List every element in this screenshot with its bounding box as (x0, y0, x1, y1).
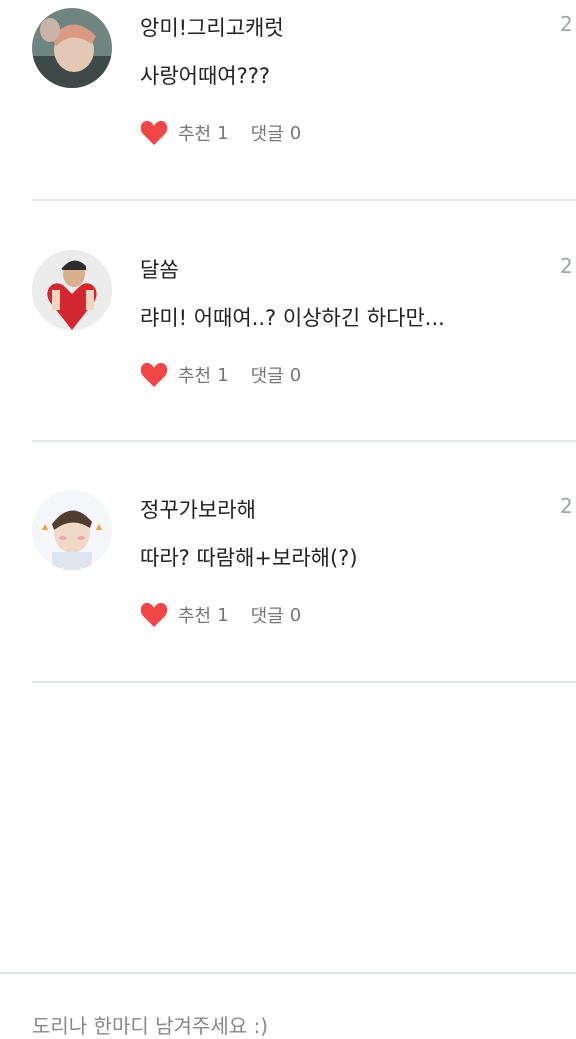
comment-actions: 추천 1 댓글 0 (140, 360, 323, 390)
comment-input-placeholder[interactable]: 도리나 한마디 남겨주세요 :) (32, 1010, 268, 1039)
reply-count: 0 (289, 604, 302, 626)
divider (32, 681, 576, 683)
reply-label[interactable]: 댓글 (251, 120, 284, 146)
avatar[interactable] (32, 250, 112, 330)
comment-time: 2 (560, 254, 573, 278)
comment-item: 달쏨 2 랴미! 어때여..? 이상하긴 하다만... 추천 1 댓글 0 (0, 242, 576, 482)
comment-username[interactable]: 앙미!그리고캐럿 (140, 12, 284, 42)
comment-time: 2 (560, 494, 573, 518)
divider (32, 199, 576, 201)
comment-username[interactable]: 정꾸가보라해 (140, 494, 256, 524)
avatar[interactable] (32, 8, 112, 88)
comment-item: 정꾸가보라해 2 따라? 따람해+보라해(?) 추천 1 댓글 0 (0, 482, 576, 722)
comment-username[interactable]: 달쏨 (140, 254, 179, 284)
like-label[interactable]: 추천 (178, 120, 211, 146)
divider (32, 440, 576, 442)
avatar[interactable] (32, 490, 112, 570)
comment-input-divider (0, 972, 576, 974)
heart-icon[interactable] (140, 120, 168, 146)
comment-time: 2 (560, 12, 573, 36)
reply-count: 0 (289, 122, 302, 144)
comment-text: 랴미! 어때여..? 이상하긴 하다만... (140, 306, 445, 330)
like-count: 1 (217, 604, 229, 626)
reply-label[interactable]: 댓글 (251, 362, 284, 388)
comment-text: 사랑어때여??? (140, 64, 271, 88)
like-label[interactable]: 추천 (178, 602, 211, 628)
comment-actions: 추천 1 댓글 0 (140, 600, 323, 630)
reply-count: 0 (289, 364, 302, 386)
heart-icon[interactable] (140, 602, 168, 628)
like-count: 1 (217, 364, 229, 386)
like-label[interactable]: 추천 (178, 362, 211, 388)
comment-item: 앙미!그리고캐럿 2 사랑어때여??? 추천 1 댓글 0 (0, 0, 576, 240)
like-count: 1 (217, 122, 229, 144)
reply-label[interactable]: 댓글 (251, 602, 284, 628)
comment-actions: 추천 1 댓글 0 (140, 118, 323, 148)
heart-icon[interactable] (140, 362, 168, 388)
comment-text: 따라? 따람해+보라해(?) (140, 546, 358, 570)
